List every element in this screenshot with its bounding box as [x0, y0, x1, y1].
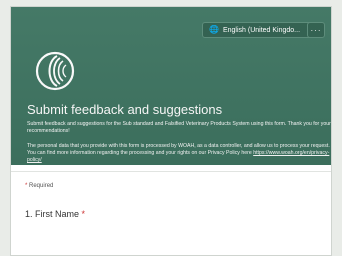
privacy-notice: The personal data that you provide with … — [27, 143, 331, 164]
required-note: * Required — [25, 183, 53, 189]
question-required-star: * — [81, 209, 86, 219]
globe-icon: 🌐 — [209, 25, 219, 34]
form-header-banner: 🌐 English (United Kingdo... ⌄ ··· Submit… — [11, 7, 331, 165]
form-title: Submit feedback and suggestions — [27, 102, 223, 117]
required-label: Required — [29, 183, 54, 189]
question-label: 1. First Name — [25, 209, 80, 219]
form-description: Submit feedback and suggestions for the … — [27, 121, 331, 134]
language-selector[interactable]: 🌐 English (United Kingdo... ⌄ — [202, 22, 322, 38]
more-options-button[interactable]: ··· — [307, 22, 325, 38]
language-label: English (United Kingdo... — [222, 26, 301, 34]
required-star: * — [25, 183, 28, 189]
section-divider — [11, 171, 331, 172]
woah-logo-icon — [35, 51, 75, 91]
form-window: 🌐 English (United Kingdo... ⌄ ··· Submit… — [10, 6, 332, 256]
question-first-name: 1. First Name * — [25, 209, 85, 219]
